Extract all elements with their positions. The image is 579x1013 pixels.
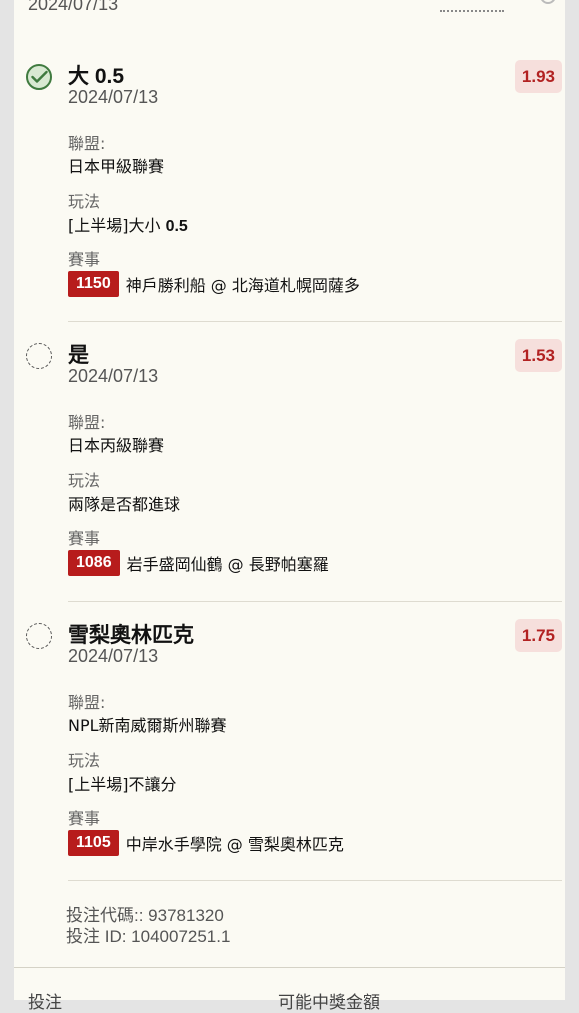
stake-label: 投注 [28,993,62,1013]
market-value: [上半場]大小 0.5 [68,216,188,235]
bet-divider [68,880,562,881]
bet-date: 2024/07/13 [68,87,159,107]
league-label: 聯盟: [68,693,106,712]
bet-item: 是 2024/07/13 1.53 聯盟: 日本丙級聯賽 玩法 兩隊是否都進球 … [14,339,565,619]
match-row: 1105 中岸水手學院 @ 雪梨奧林匹克 [68,830,344,856]
bet-divider [68,321,562,322]
event-label: 賽事 [68,250,101,269]
market-value: [上半場]不讓分 [68,775,177,794]
match-id-badge: 1150 [68,271,119,297]
match-id-badge: 1105 [68,830,119,856]
match-name: 岩手盛岡仙鶴 @ 長野帕塞羅 [126,555,329,574]
market-value: 兩隊是否都進球 [68,495,181,514]
bet-divider [68,601,562,602]
selection-name: 是 [68,344,89,367]
match-row: 1086 岩手盛岡仙鶴 @ 長野帕塞羅 [68,550,329,576]
bet-date: 2024/07/13 [68,646,159,666]
bet-id: 投注 ID: 104007251.1 [66,927,231,946]
league-label: 聯盟: [68,134,106,153]
odds-badge: 1.75 [514,619,562,652]
unchecked-circle-icon[interactable] [26,343,52,369]
match-name: 中岸水手學院 @ 雪梨奧林匹克 [125,835,344,854]
market-label: 玩法 [68,471,101,490]
unchecked-circle-icon[interactable] [26,623,52,649]
match-id-badge: 1086 [68,550,120,576]
league-value: 日本丙級聯賽 [68,436,165,455]
previous-date-fragment: 2024/07/13 [28,0,119,14]
selection-name: 大 0.5 [68,65,125,88]
league-label: 聯盟: [68,413,106,432]
odds-badge: 1.53 [514,339,562,372]
league-value: NPL新南威爾斯州聯賽 [68,716,227,735]
match-name: 神戶勝利船 @ 北海道札幌岡薩多 [125,276,360,295]
event-label: 賽事 [68,529,101,548]
bet-item: 大 0.5 2024/07/13 1.93 聯盟: 日本甲級聯賽 玩法 [上半場… [14,60,565,340]
check-circle-icon[interactable] [26,64,52,90]
bet-date: 2024/07/13 [68,366,159,386]
selection-name: 雪梨奧林匹克 [68,624,194,647]
market-label: 玩法 [68,192,101,211]
odds-badge: 1.93 [514,60,562,93]
match-row: 1150 神戶勝利船 @ 北海道札幌岡薩多 [68,271,360,297]
market-label: 玩法 [68,751,101,770]
event-label: 賽事 [68,809,101,828]
league-value: 日本甲級聯賽 [68,157,165,176]
summary-divider [14,967,565,968]
bet-item: 雪梨奧林匹克 2024/07/13 1.75 聯盟: NPL新南威爾斯州聯賽 玩… [14,619,565,899]
top-dotted-line [440,10,504,12]
potential-win-label: 可能中獎金額 [278,993,380,1013]
